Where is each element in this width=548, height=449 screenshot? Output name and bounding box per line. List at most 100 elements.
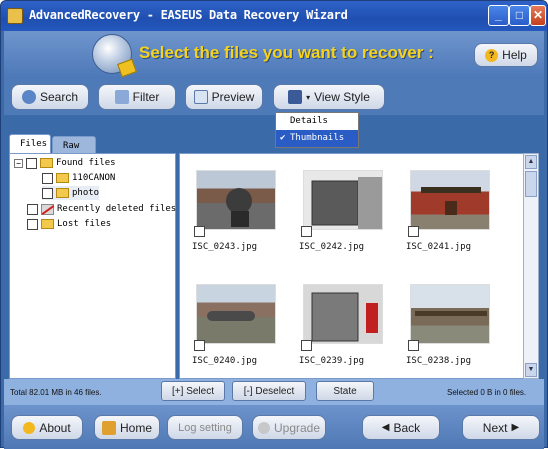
file-name: ISC_0241.jpg [406,242,472,252]
upgrade-label: Upgrade [273,420,321,435]
selected-size-text: Selected 0 B in 0 files. [447,388,527,397]
folder-icon [41,219,54,229]
preview-button[interactable]: Preview [185,84,263,110]
file-checkbox[interactable] [194,340,205,351]
tree-node-found[interactable]: − Found files [14,156,116,170]
home-button[interactable]: Home [94,415,160,440]
file-name: ISC_0238.jpg [406,356,472,366]
thumbnail-card[interactable]: ISC_0243.jpg [192,158,282,263]
home-label: Home [119,420,152,435]
home-icon [101,420,116,435]
title-bar[interactable]: AdvancedRecovery - EASEUS Data Recovery … [1,1,547,31]
help-icon: ? [485,48,499,62]
recovery-disk-icon [92,34,137,78]
help-button[interactable]: ? Help [474,43,538,67]
total-size-text: Total 82.01 MB in 46 files. [10,388,102,397]
log-setting-button[interactable]: Log setting [167,415,243,440]
next-button[interactable]: Next ▶ [462,415,540,440]
file-checkbox[interactable] [408,226,419,237]
photo-thumbnail [196,170,276,230]
folder-icon [56,188,69,198]
search-button[interactable]: Search [11,84,89,110]
maximize-button[interactable]: □ [509,5,530,26]
page-title: Select the files you want to recover : [139,43,434,62]
photo-thumbnail [303,284,383,344]
log-setting-label: Log setting [178,421,232,434]
help-label: Help [502,48,527,62]
file-checkbox[interactable] [194,226,205,237]
tree-node-photo[interactable]: photo [42,186,100,200]
filter-button[interactable]: Filter [98,84,176,110]
view-style-label: View Style [314,90,370,104]
file-name: ISC_0239.jpg [299,356,365,366]
tree-label: photo [72,188,100,198]
back-arrow-icon: ◀ [381,422,390,433]
chevron-down-icon: ▾ [306,92,311,102]
deselect-all-button[interactable]: [-] Deselect [232,381,306,401]
photo-thumbnail [410,170,490,230]
vertical-scrollbar[interactable]: ▲ ▼ [523,153,539,379]
view-style-button[interactable]: ▾ View Style [273,84,385,110]
tree-node-lost[interactable]: Lost files [27,217,111,231]
folder-icon [56,173,69,183]
state-button[interactable]: State [316,381,374,401]
app-icon [7,8,23,24]
file-name: ISC_0243.jpg [192,242,258,252]
thumbnail-card[interactable]: ISC_0240.jpg [192,272,282,377]
checkbox[interactable] [27,218,38,230]
status-bar: Total 82.01 MB in 46 files. [+] Select [… [4,379,544,405]
menu-item-label: Thumbnails [290,133,345,143]
scroll-down-icon[interactable]: ▼ [525,363,537,377]
filter-label: Filter [132,90,160,104]
thumbnail-card[interactable]: ISC_0241.jpg [406,158,496,263]
view-style-menu: Details ✔ Thumbnails [275,112,359,148]
tree-label: Found files [56,158,116,168]
checkbox[interactable] [42,172,53,184]
scroll-up-icon[interactable]: ▲ [525,155,537,169]
menu-item-label: Details [290,116,328,126]
file-checkbox[interactable] [408,340,419,351]
folder-icon [40,158,53,168]
next-arrow-icon: ▶ [511,422,520,433]
minimize-button[interactable]: _ [488,5,509,26]
menu-item-thumbnails[interactable]: ✔ Thumbnails [276,130,358,147]
back-button[interactable]: ◀ Back [362,415,440,440]
tree-node-deleted[interactable]: Recently deleted files [27,202,176,216]
next-label: Next [482,420,508,435]
scroll-thumb[interactable] [525,171,537,197]
checkmark-icon: ✔ [280,133,286,143]
toolbar: Search Filter Preview ▾ View Style [4,79,544,115]
about-icon [23,421,36,434]
tree-label: Lost files [57,219,112,229]
back-label: Back [393,420,421,435]
thumbnail-card[interactable]: ISC_0238.jpg [406,272,496,377]
thumbnail-card[interactable]: ISC_0242.jpg [299,158,389,263]
search-label: Search [39,90,79,104]
menu-item-details[interactable]: Details [276,113,358,130]
close-button[interactable]: ✕ [530,5,546,26]
checkbox[interactable] [27,203,38,215]
checkbox[interactable] [42,187,53,199]
preview-label: Preview [211,90,255,104]
photo-thumbnail [303,170,383,230]
about-button[interactable]: About [11,415,83,440]
upgrade-button[interactable]: Upgrade [252,415,326,440]
folder-tree: − Found files 110CANON photo Recently de… [9,153,176,379]
window-title: AdvancedRecovery - EASEUS Data Recovery … [29,8,348,22]
select-all-button[interactable]: [+] Select [161,381,225,401]
deleted-folder-icon [41,203,54,215]
magnifier-icon [193,90,208,104]
page-header: Select the files you want to recover : ?… [4,31,544,79]
tab-files[interactable]: Files [9,134,51,154]
file-name: ISC_0240.jpg [192,356,258,366]
main-window: AdvancedRecovery - EASEUS Data Recovery … [0,0,548,449]
checkbox[interactable] [26,157,37,169]
file-checkbox[interactable] [301,226,312,237]
tree-label: Recently deleted files [57,204,177,214]
filter-icon [114,90,129,104]
thumbnail-card[interactable]: ISC_0239.jpg [299,272,389,377]
tree-node-110canon[interactable]: 110CANON [42,171,115,185]
file-checkbox[interactable] [301,340,312,351]
collapse-icon[interactable]: − [14,158,23,168]
upgrade-icon [257,421,270,434]
